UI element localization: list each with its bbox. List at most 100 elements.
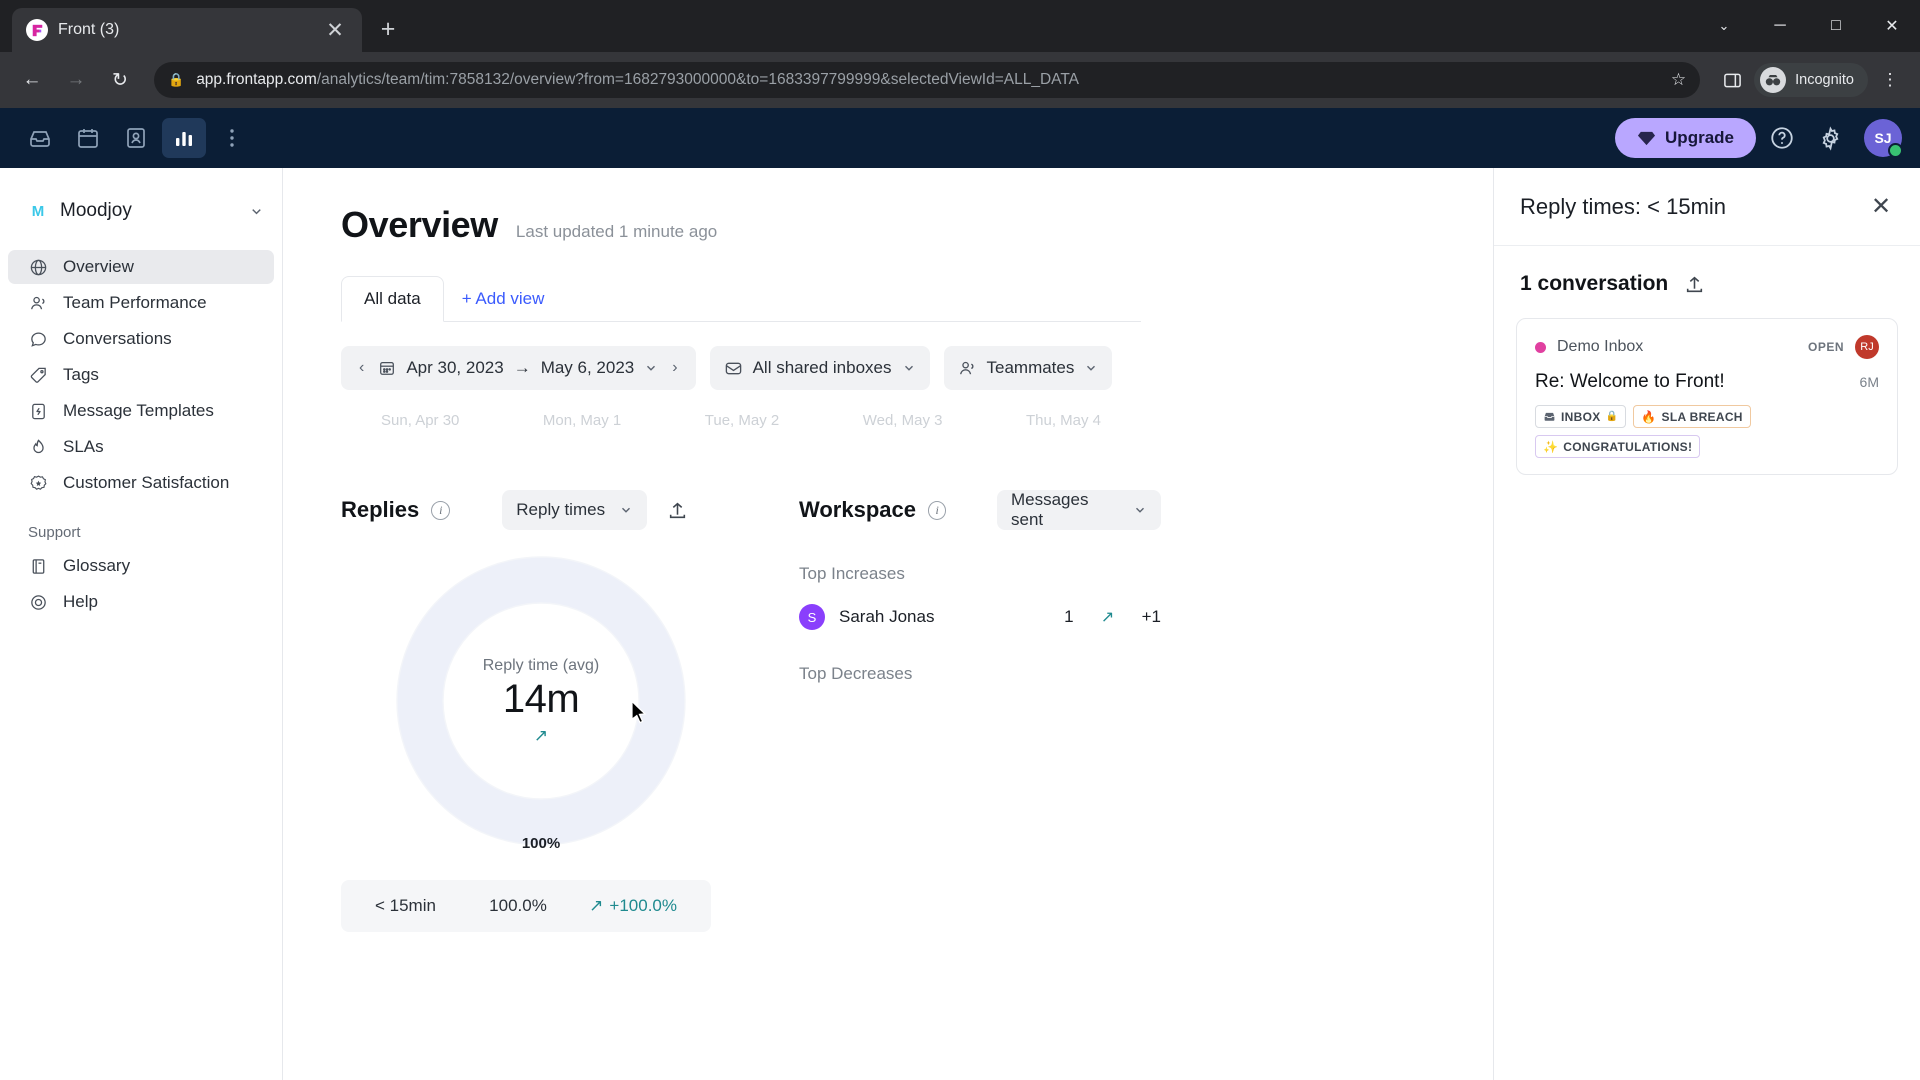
sidebar-item-message-templates[interactable]: Message Templates (8, 394, 274, 428)
axis-tick-label: Wed, May 3 (862, 412, 943, 429)
conversation-count-row: 1 conversation (1494, 246, 1920, 296)
messages-sent-select-label: Messages sent (1010, 490, 1089, 529)
date-range-arrow: → (513, 358, 531, 377)
legend-delta-value: +100.0% (609, 896, 677, 915)
star-badge-icon (28, 473, 49, 494)
analytics-icon[interactable] (162, 118, 206, 158)
teammates-filter-label: Teammates (986, 358, 1075, 377)
window-maximize-button[interactable]: □ (1808, 0, 1864, 52)
top-increase-row[interactable]: S Sarah Jonas 1 ↗ +1 (799, 604, 1161, 630)
sidebar-item-overview[interactable]: Overview (8, 250, 274, 284)
workspace-initial-badge: M (31, 202, 45, 220)
inbox-filter[interactable]: All shared inboxes (709, 346, 930, 390)
sidebar-item-customer-satisfaction[interactable]: Customer Satisfaction (8, 466, 274, 500)
forward-button[interactable]: → (56, 60, 96, 100)
workspace-name: Moodjoy (60, 200, 132, 221)
export-icon[interactable] (659, 496, 696, 525)
workspace-title: Workspace (799, 497, 916, 522)
chevron-down-icon[interactable] (644, 361, 658, 375)
globe-icon (28, 257, 49, 278)
flame-icon (28, 437, 49, 458)
next-period-button[interactable]: › (668, 359, 681, 377)
upgrade-label: Upgrade (1665, 128, 1734, 147)
tag-congratulations[interactable]: ✨ CONGRATULATIONS! (1535, 435, 1701, 458)
add-view-button[interactable]: + Add view (444, 277, 563, 321)
sidebar-section-support: Support (28, 524, 81, 541)
sidebar-item-conversations[interactable]: Conversations (8, 322, 274, 356)
conversation-card[interactable]: Demo Inbox OPEN RJ Re: Welcome to Front!… (1516, 318, 1898, 475)
info-icon[interactable]: i (431, 500, 451, 520)
trend-up-icon: ↗ (1100, 609, 1115, 626)
donut-center-metric: Reply time (avg) (482, 656, 600, 674)
conversation-count: 1 conversation (1520, 272, 1669, 295)
window-minimize-button[interactable]: ─ (1752, 0, 1808, 52)
workspace-switcher[interactable]: M Moodjoy (0, 190, 282, 232)
front-logo-icon (26, 19, 48, 41)
gear-icon[interactable] (1808, 116, 1852, 160)
upload-icon[interactable] (1684, 274, 1705, 295)
status-badge: OPEN (1807, 340, 1844, 354)
back-button[interactable]: ← (12, 60, 52, 100)
sidebar-item-label: Glossary (63, 556, 131, 575)
reply-times-donut-chart[interactable]: Reply time (avg) 14m ↗ 100% (341, 556, 741, 852)
prev-period-button[interactable]: ‹ (355, 359, 368, 377)
inbox-tag-icon (1543, 410, 1556, 423)
lock-icon: 🔒 (168, 72, 185, 87)
inbox-icon[interactable] (18, 118, 62, 158)
sidebar-item-glossary[interactable]: Glossary (8, 549, 274, 583)
browser-toolbar: ← → ↻ 🔒 app.frontapp.com/analytics/team/… (0, 52, 1920, 108)
top-increases-label: Top Increases (799, 564, 905, 583)
incognito-icon (1760, 67, 1787, 93)
browser-tab[interactable]: Front (3) ✕ (12, 8, 362, 52)
side-panel-icon[interactable] (1714, 62, 1750, 98)
teammate-count: 1 (1064, 607, 1074, 626)
sidebar-item-label: Team Performance (63, 293, 207, 312)
legend-percent: 100.0% (489, 896, 547, 915)
teammate-delta: +1 (1141, 607, 1161, 626)
replies-legend-row[interactable]: < 15min 100.0% ↗ +100.0% (341, 880, 711, 932)
chevron-down-icon[interactable] (1084, 361, 1098, 375)
page-title: Overview (341, 204, 498, 245)
people-icon (958, 359, 977, 378)
window-close-button[interactable]: ✕ (1864, 0, 1920, 52)
workspace-widget: Workspace i Messages sent Top Increases … (741, 490, 1161, 932)
calendar-icon (378, 359, 396, 377)
tag-label: SLA BREACH (1661, 409, 1743, 424)
help-circle-icon[interactable] (1760, 116, 1804, 160)
sidebar-item-tags[interactable]: Tags (8, 358, 274, 392)
more-icon[interactable] (210, 118, 254, 158)
info-icon[interactable]: i (927, 500, 947, 520)
calendar-icon[interactable] (66, 118, 110, 158)
date-range-filter[interactable]: ‹ Apr 30, 2023 → May 6, 2023 › (341, 346, 696, 390)
bookmark-star-icon[interactable]: ☆ (1671, 70, 1686, 90)
tab-all-data[interactable]: All data (341, 276, 444, 322)
chrome-menu-icon[interactable]: ⋮ (1872, 62, 1908, 98)
incognito-indicator[interactable]: Incognito (1754, 63, 1868, 97)
user-avatar[interactable]: SJ (1864, 119, 1903, 158)
book-icon (28, 556, 49, 577)
tag-inbox[interactable]: INBOX 🔒 (1535, 405, 1627, 428)
sidebar-item-help[interactable]: Help (8, 585, 274, 619)
chevron-down-icon[interactable] (249, 204, 264, 219)
tag-sla-breach[interactable]: 🔥 SLA BREACH (1633, 405, 1751, 428)
upgrade-button[interactable]: Upgrade (1615, 118, 1756, 158)
reload-button[interactable]: ↻ (100, 60, 140, 100)
donut-center-value: 14m (502, 676, 580, 721)
details-panel: Reply times: < 15min ✕ 1 conversation De… (1493, 168, 1920, 1080)
app-topbar: Upgrade SJ (0, 108, 1920, 168)
assignee-avatar: RJ (1855, 335, 1879, 359)
tag-icon (28, 365, 49, 386)
conversation-subject-row: Re: Welcome to Front! 6M (1535, 371, 1879, 393)
window-chevron-icon[interactable]: ⌄ (1696, 0, 1752, 52)
messages-sent-select[interactable]: Messages sent (996, 490, 1161, 530)
sidebar-item-team-performance[interactable]: Team Performance (8, 286, 274, 320)
close-icon[interactable]: ✕ (1864, 190, 1898, 224)
chevron-down-icon[interactable] (902, 361, 916, 375)
address-bar[interactable]: 🔒 app.frontapp.com/analytics/team/tim:78… (154, 62, 1701, 98)
sidebar-item-slas[interactable]: SLAs (8, 430, 274, 464)
close-tab-icon[interactable]: ✕ (322, 17, 348, 43)
contacts-icon[interactable] (114, 118, 158, 158)
teammates-filter[interactable]: Teammates (943, 346, 1113, 390)
new-tab-button[interactable]: + (368, 9, 408, 49)
reply-times-select[interactable]: Reply times (502, 490, 648, 530)
